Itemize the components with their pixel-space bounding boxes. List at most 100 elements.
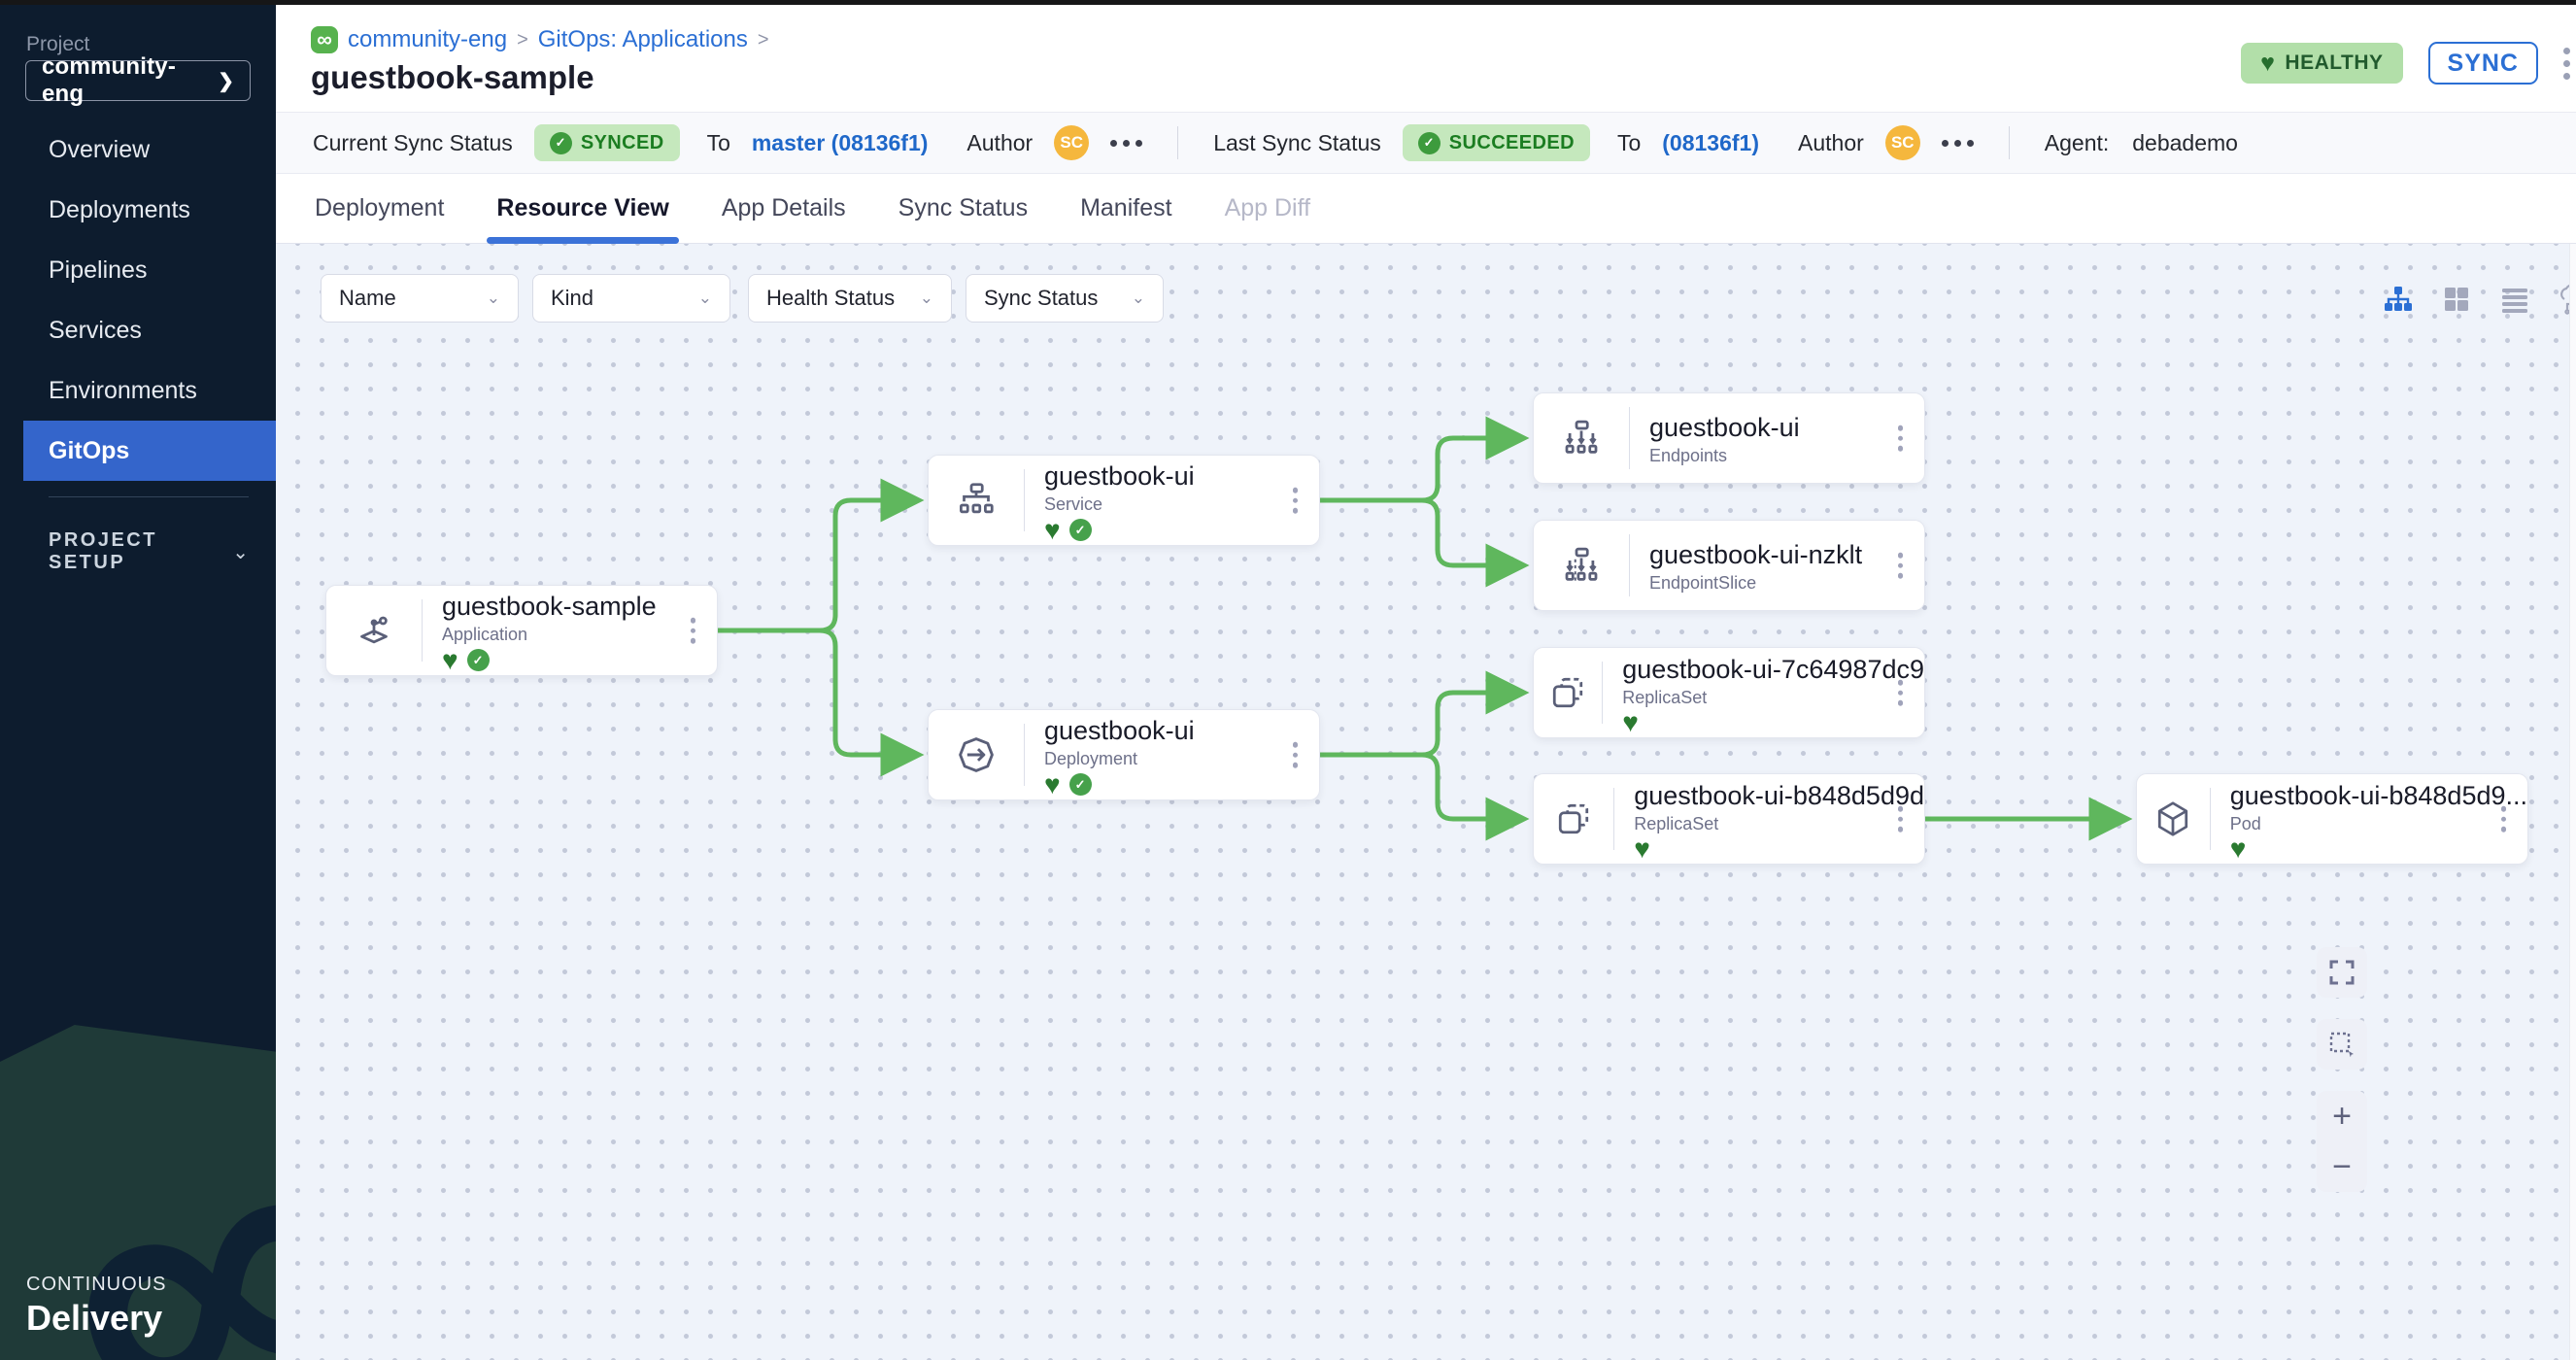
node-menu-button[interactable] <box>2495 800 2513 838</box>
sync-status-bar: Current Sync Status ✓ SYNCED To master (… <box>276 112 2576 174</box>
current-sync-status-label: Current Sync Status <box>313 130 513 156</box>
project-setup-label: PROJECT SETUP <box>49 529 232 574</box>
heart-icon: ♥ <box>2260 51 2275 76</box>
healthy-heart-icon: ♥ <box>1044 520 1061 541</box>
check-icon: ✓ <box>1418 132 1441 154</box>
node-title: guestbook-ui-7c64987dc9 <box>1622 655 1924 685</box>
chevron-down-icon: ⌄ <box>698 289 712 308</box>
node-menu-button[interactable] <box>1287 482 1305 520</box>
module-logo-line2: Delivery <box>26 1298 166 1339</box>
list-view-icon[interactable] <box>2498 283 2531 316</box>
author-avatar[interactable]: SC <box>1054 125 1089 160</box>
resource-graph-canvas[interactable]: Name ⌄ Kind⌄ Health Status⌄ Sync Status⌄ <box>276 244 2576 1360</box>
breadcrumb-separator: > <box>758 29 769 51</box>
endpointslice-icon <box>1534 534 1630 596</box>
filter-health-status-dropdown[interactable]: Health Status⌄ <box>748 274 952 323</box>
healthy-heart-icon: ♥ <box>1044 774 1061 796</box>
health-badge-label: HEALTHY <box>2285 51 2383 75</box>
pod-icon <box>2137 788 2211 850</box>
tab-bar: Deployment Resource View App Details Syn… <box>276 174 2576 244</box>
commit-message-ellipsis[interactable] <box>1110 140 1142 147</box>
project-name: community-eng <box>42 53 218 108</box>
node-menu-button[interactable] <box>1892 674 1910 712</box>
node-replicaset-guestbook-ui-7c64987dc9[interactable]: guestbook-ui-7c64987dc9 ReplicaSet ♥ <box>1533 647 1925 738</box>
scrollbar[interactable] <box>2569 244 2576 1360</box>
filter-label: Name <box>339 286 396 311</box>
last-sync-status-label: Last Sync Status <box>1213 130 1381 156</box>
sidebar-item-gitops[interactable]: GitOps <box>23 421 276 481</box>
zoom-out-button[interactable]: − <box>2317 1141 2367 1192</box>
breadcrumb-project-link[interactable]: community-eng <box>348 26 507 53</box>
tab-resource-view[interactable]: Resource View <box>492 174 672 244</box>
tab-app-diff[interactable]: App Diff <box>1221 174 1314 244</box>
sidebar-item-deployments[interactable]: Deployments <box>0 180 276 240</box>
sidebar-item-label: Services <box>49 317 142 345</box>
node-title: guestbook-sample <box>442 592 717 622</box>
node-statuses: ♥ <box>1622 712 1924 733</box>
service-icon <box>929 469 1025 531</box>
author-avatar[interactable]: SC <box>1885 125 1920 160</box>
more-options-icon[interactable] <box>2563 48 2570 80</box>
node-kind: ReplicaSet <box>1634 814 1924 834</box>
project-selector[interactable]: community-eng ❯ <box>25 60 251 101</box>
synced-check-icon: ✓ <box>1069 519 1092 541</box>
fullscreen-button[interactable] <box>2317 947 2367 998</box>
node-endpointslice-guestbook-ui-nzklt[interactable]: guestbook-ui-nzklt EndpointSlice <box>1533 520 1925 611</box>
node-title: guestbook-ui <box>1649 413 1924 443</box>
health-status-badge: ♥ HEALTHY <box>2241 43 2402 84</box>
node-application-guestbook-sample[interactable]: guestbook-sample Application ♥ ✓ <box>325 585 718 676</box>
node-statuses: ♥ <box>2230 838 2527 860</box>
current-sync-target-link[interactable]: master (08136f1) <box>752 130 929 156</box>
breadcrumb-section-link[interactable]: GitOps: Applications <box>538 26 748 53</box>
node-endpoints-guestbook-ui[interactable]: guestbook-ui Endpoints <box>1533 392 1925 484</box>
filter-kind-dropdown[interactable]: Kind⌄ <box>532 274 730 323</box>
sidebar-item-overview[interactable]: Overview <box>0 119 276 180</box>
node-menu-button[interactable] <box>1892 547 1910 585</box>
node-deployment-guestbook-ui[interactable]: guestbook-ui Deployment ♥ ✓ <box>928 709 1320 800</box>
zoom-in-button[interactable]: + <box>2317 1091 2367 1141</box>
sidebar-item-pipelines[interactable]: Pipelines <box>0 240 276 300</box>
tree-view-icon[interactable] <box>2382 283 2415 316</box>
application-icon <box>326 599 423 662</box>
node-menu-button[interactable] <box>1892 800 1910 838</box>
page-title: guestbook-sample <box>311 59 594 96</box>
author-label: Author <box>1798 130 1864 156</box>
succeeded-badge-label: SUCCEEDED <box>1449 132 1575 154</box>
to-label: To <box>1617 130 1641 156</box>
last-sync-target-link[interactable]: (08136f1) <box>1662 130 1759 156</box>
sidebar-item-services[interactable]: Services <box>0 300 276 360</box>
node-menu-button[interactable] <box>1287 736 1305 774</box>
tab-app-details[interactable]: App Details <box>718 174 850 244</box>
filter-sync-status-dropdown[interactable]: Sync Status⌄ <box>966 274 1164 323</box>
replicaset-icon <box>1534 788 1614 850</box>
zoom-controls: + − <box>2317 1091 2367 1192</box>
chevron-down-icon: ⌄ <box>1132 289 1145 308</box>
commit-message-ellipsis[interactable] <box>1942 140 1974 147</box>
filter-name-dropdown[interactable]: Name ⌄ <box>321 274 519 323</box>
marquee-select-button[interactable] <box>2317 1019 2367 1070</box>
node-statuses: ♥ ✓ <box>1044 773 1319 796</box>
node-replicaset-guestbook-ui-b848d5d9d[interactable]: guestbook-ui-b848d5d9d ReplicaSet ♥ <box>1533 773 1925 865</box>
author-label: Author <box>966 130 1033 156</box>
replicaset-icon <box>1534 662 1603 724</box>
tab-manifest[interactable]: Manifest <box>1076 174 1175 244</box>
page-header: ∞ community-eng > GitOps: Applications >… <box>276 5 2576 112</box>
sidebar-item-environments[interactable]: Environments <box>0 360 276 421</box>
project-setup-toggle[interactable]: PROJECT SETUP ⌄ <box>49 529 249 574</box>
tab-deployment[interactable]: Deployment <box>311 174 448 244</box>
node-menu-button[interactable] <box>685 612 702 650</box>
grid-view-icon[interactable] <box>2440 283 2473 316</box>
node-title: guestbook-ui-nzklt <box>1649 540 1924 570</box>
healthy-heart-icon: ♥ <box>1634 838 1650 860</box>
chevron-down-icon: ⌄ <box>487 289 500 308</box>
node-menu-button[interactable] <box>1892 420 1910 458</box>
agent-value: debademo <box>2132 130 2238 156</box>
node-pod-guestbook-ui-b848d5d9[interactable]: guestbook-ui-b848d5d9... Pod ♥ <box>2136 773 2528 865</box>
node-title: guestbook-ui <box>1044 716 1319 746</box>
module-logo-line1: CONTINUOUS <box>26 1274 166 1296</box>
node-service-guestbook-ui[interactable]: guestbook-ui Service ♥ ✓ <box>928 455 1320 546</box>
sync-button[interactable]: SYNC <box>2428 42 2538 85</box>
window-top-strip <box>0 0 2576 5</box>
tab-sync-status[interactable]: Sync Status <box>895 174 1032 244</box>
sidebar-footer: ∞ CONTINUOUS Delivery <box>0 1025 276 1360</box>
